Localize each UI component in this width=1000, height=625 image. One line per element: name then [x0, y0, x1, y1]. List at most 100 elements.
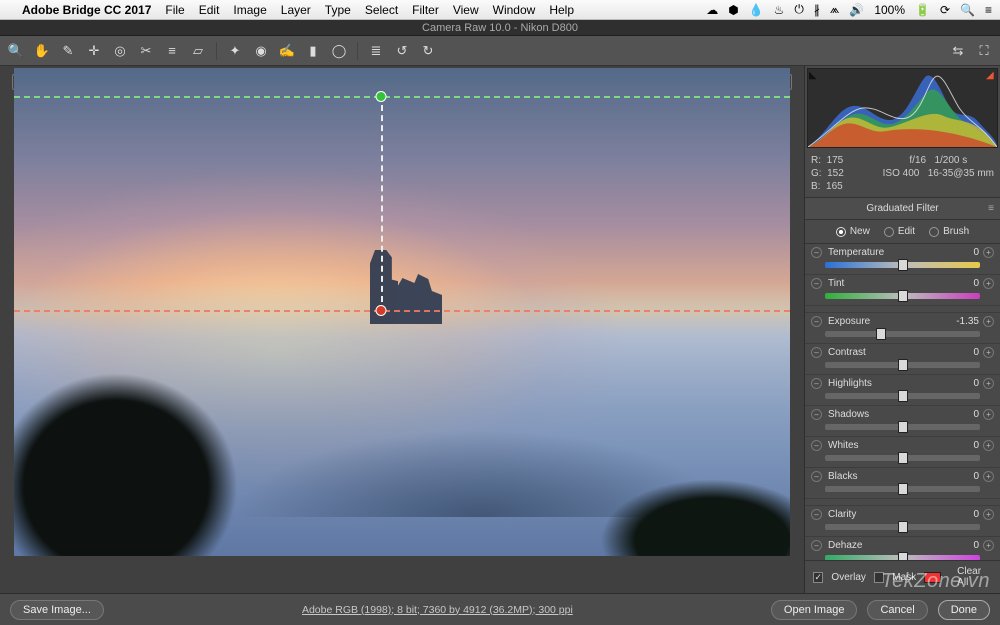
menu-view[interactable]: View	[453, 3, 479, 17]
drop-icon[interactable]: 💧	[749, 3, 764, 17]
mask-color-swatch[interactable]	[924, 572, 941, 583]
slider-track[interactable]	[825, 455, 980, 461]
mode-new[interactable]: New	[836, 226, 870, 237]
panel-menu-icon[interactable]: ≡	[988, 203, 994, 214]
minus-shadows-icon[interactable]: –	[811, 409, 822, 420]
list-icon[interactable]: ≣	[368, 43, 384, 59]
spot-removal-icon[interactable]: ✦	[227, 43, 243, 59]
slider-track[interactable]	[825, 362, 980, 368]
sliders-list[interactable]: –Temperature0+–Tint0+–Exposure-1.35+–Con…	[805, 244, 1000, 560]
shield-icon[interactable]: ⬢	[728, 3, 738, 17]
battery-icon[interactable]: 🔋	[915, 3, 930, 17]
gradient-start-line[interactable]	[14, 96, 790, 98]
gradient-end-pin[interactable]	[376, 305, 387, 316]
open-image-button[interactable]: Open Image	[771, 600, 858, 620]
transform-icon[interactable]: ▱	[190, 43, 206, 59]
slider-value[interactable]: 0	[939, 347, 979, 358]
slider-track[interactable]	[825, 424, 980, 430]
histogram[interactable]: ◣ ◢	[807, 68, 998, 148]
cancel-button[interactable]: Cancel	[867, 600, 927, 620]
menu-file[interactable]: File	[165, 3, 184, 17]
radial-filter-icon[interactable]: ◯	[331, 43, 347, 59]
slider-knob[interactable]	[898, 452, 908, 464]
slider-knob[interactable]	[898, 421, 908, 433]
rotate-ccw-icon[interactable]: ↺	[394, 43, 410, 59]
white-balance-icon[interactable]: ✎	[60, 43, 76, 59]
bluetooth-icon[interactable]: ∦	[814, 3, 820, 17]
menu-layer[interactable]: Layer	[281, 3, 311, 17]
slider-value[interactable]: -1.35	[939, 316, 979, 327]
power-icon[interactable]: ⏻	[794, 2, 804, 17]
plus-blacks-icon[interactable]: +	[983, 471, 994, 482]
slider-track[interactable]	[825, 393, 980, 399]
slider-knob[interactable]	[898, 552, 908, 560]
highlight-clip-icon[interactable]: ◢	[986, 70, 996, 80]
mask-checkbox[interactable]	[874, 572, 884, 583]
crop-icon[interactable]: ✂	[138, 43, 154, 59]
slider-knob[interactable]	[898, 483, 908, 495]
slider-track[interactable]	[825, 555, 980, 560]
color-sampler-icon[interactable]: ✛	[86, 43, 102, 59]
slider-track[interactable]	[825, 262, 980, 268]
straighten-icon[interactable]: ≡	[164, 43, 180, 59]
minus-tint-icon[interactable]: –	[811, 278, 822, 289]
slider-track[interactable]	[825, 293, 980, 299]
minus-temperature-icon[interactable]: –	[811, 247, 822, 258]
workflow-link[interactable]: Adobe RGB (1998); 8 bit; 7360 by 4912 (3…	[302, 604, 573, 616]
plus-exposure-icon[interactable]: +	[983, 316, 994, 327]
slider-value[interactable]: 0	[939, 540, 979, 551]
plus-shadows-icon[interactable]: +	[983, 409, 994, 420]
fullscreen-icon[interactable]: ⛶	[976, 43, 992, 59]
rotate-cw-icon[interactable]: ↻	[420, 43, 436, 59]
menu-help[interactable]: Help	[549, 3, 574, 17]
slider-value[interactable]: 0	[939, 378, 979, 389]
preferences-icon[interactable]: ⇆	[950, 43, 966, 59]
graduated-filter-icon[interactable]: ▮	[305, 43, 321, 59]
mode-brush[interactable]: Brush	[929, 226, 969, 237]
gradient-end-line[interactable]	[14, 310, 790, 312]
target-adjust-icon[interactable]: ◎	[112, 43, 128, 59]
minus-whites-icon[interactable]: –	[811, 440, 822, 451]
plus-contrast-icon[interactable]: +	[983, 347, 994, 358]
minus-blacks-icon[interactable]: –	[811, 471, 822, 482]
clear-all-button[interactable]: Clear All	[957, 566, 992, 588]
minus-dehaze-icon[interactable]: –	[811, 540, 822, 551]
slider-track[interactable]	[825, 524, 980, 530]
plus-highlights-icon[interactable]: +	[983, 378, 994, 389]
shadow-clip-icon[interactable]: ◣	[809, 70, 819, 80]
wifi-icon[interactable]: ⩕	[830, 2, 839, 17]
slider-knob[interactable]	[898, 390, 908, 402]
minus-clarity-icon[interactable]: –	[811, 509, 822, 520]
menu-image[interactable]: Image	[233, 3, 266, 17]
plus-clarity-icon[interactable]: +	[983, 509, 994, 520]
slider-track[interactable]	[825, 331, 980, 337]
image-preview[interactable]: ⊞▭ 28.5% ▼ _DSC5976.dng Y⧉⇄≡	[2, 68, 802, 591]
slider-knob[interactable]	[898, 521, 908, 533]
slider-track[interactable]	[825, 486, 980, 492]
minus-exposure-icon[interactable]: –	[811, 316, 822, 327]
menu-type[interactable]: Type	[325, 3, 351, 17]
plus-whites-icon[interactable]: +	[983, 440, 994, 451]
notifications-icon[interactable]: ≡	[985, 3, 992, 17]
slider-value[interactable]: 0	[939, 471, 979, 482]
menu-window[interactable]: Window	[493, 3, 536, 17]
app-name[interactable]: Adobe Bridge CC 2017	[22, 3, 151, 17]
menu-edit[interactable]: Edit	[199, 3, 220, 17]
menu-select[interactable]: Select	[365, 3, 398, 17]
menu-filter[interactable]: Filter	[412, 3, 439, 17]
redeye-icon[interactable]: ◉	[253, 43, 269, 59]
gradient-start-pin[interactable]	[376, 91, 387, 102]
cloud-icon[interactable]: ☁︎	[706, 3, 718, 17]
plus-temperature-icon[interactable]: +	[983, 247, 994, 258]
plus-dehaze-icon[interactable]: +	[983, 540, 994, 551]
minus-highlights-icon[interactable]: –	[811, 378, 822, 389]
slider-value[interactable]: 0	[939, 409, 979, 420]
done-button[interactable]: Done	[938, 600, 990, 620]
overlay-checkbox[interactable]	[813, 572, 823, 583]
slider-knob[interactable]	[876, 328, 886, 340]
adjustment-brush-icon[interactable]: ✍	[279, 43, 295, 59]
spotlight-icon[interactable]: 🔍	[960, 3, 975, 17]
plus-tint-icon[interactable]: +	[983, 278, 994, 289]
save-image-button[interactable]: Save Image...	[10, 600, 104, 620]
slider-knob[interactable]	[898, 259, 908, 271]
